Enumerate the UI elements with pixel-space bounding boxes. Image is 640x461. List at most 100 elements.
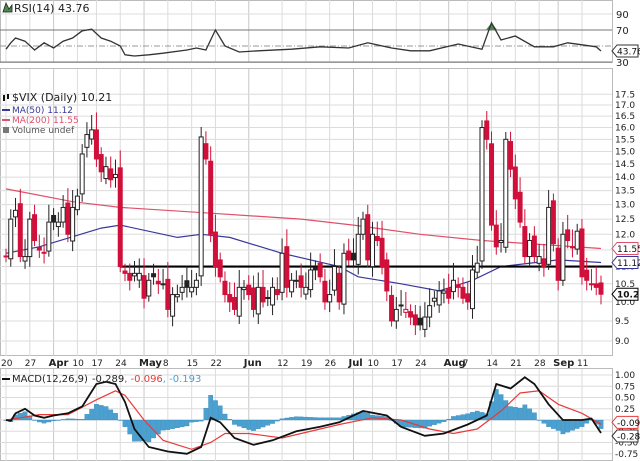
macd-histogram-bar: [317, 417, 323, 421]
candle-body: [93, 129, 99, 160]
candle-body: [527, 240, 533, 258]
x-tick-label: Jun: [243, 358, 262, 369]
macd-histogram-bar: [460, 414, 466, 421]
macd-histogram-bar: [89, 409, 95, 421]
macd-histogram-bar: [56, 419, 61, 421]
candle-body: [417, 317, 423, 326]
macd-histogram-bar: [246, 419, 252, 430]
candle-body: [212, 231, 218, 268]
macd-histogram-bar: [546, 419, 551, 427]
candle-body: [555, 247, 561, 281]
macd-histogram-bar: [512, 407, 518, 421]
candle-body: [36, 246, 42, 251]
rsi-line: [5, 21, 602, 57]
candle-body: [255, 286, 261, 315]
candle-body: [398, 304, 404, 307]
price-tick-label: 9.5: [615, 317, 629, 327]
candle-body: [231, 296, 237, 310]
macd-histogram-bar: [551, 419, 556, 429]
macd-histogram-bar: [451, 416, 456, 421]
macd-histogram-bar: [427, 419, 432, 427]
macd-histogram-bar: [60, 419, 66, 421]
candle-body: [155, 280, 161, 285]
candle-body: [198, 136, 204, 277]
macd-histogram-bar: [41, 419, 47, 424]
candle-body: [422, 316, 428, 330]
candle-body: [503, 138, 509, 248]
macd-histogram-bar: [336, 417, 342, 421]
candle-body: [160, 283, 166, 286]
candle-body: [108, 168, 114, 181]
x-tick-label: 24: [415, 359, 427, 369]
candle-body: [336, 272, 342, 303]
candle-body: [517, 191, 523, 223]
candle-body: [489, 143, 495, 226]
macd-histogram-bar: [213, 400, 218, 421]
candle-body: [365, 214, 371, 261]
macd-histogram-bar: [584, 419, 590, 424]
candle-body: [522, 226, 528, 258]
candle-body: [331, 266, 337, 291]
candle-body: [22, 256, 28, 262]
macd-tick-label: 1.00: [615, 371, 635, 381]
x-tick-label: Sep: [553, 358, 574, 369]
macd-histogram-bar: [241, 419, 247, 429]
macd-histogram-bar: [313, 417, 318, 421]
volume-legend: Volume undef: [12, 126, 75, 136]
macd-histogram-bar: [265, 419, 271, 426]
candle-body: [431, 297, 437, 302]
candle-body: [227, 294, 233, 303]
macd-histogram-bar: [498, 394, 504, 421]
x-tick-label: May: [139, 358, 162, 369]
candle-body: [436, 290, 442, 306]
macd-histogram-bar: [322, 417, 328, 421]
candle-body: [569, 246, 575, 249]
candle-body: [403, 308, 409, 313]
x-tick-label: Apr: [49, 358, 69, 369]
candle-body: [117, 167, 123, 268]
macd-histogram-bar: [70, 418, 75, 421]
candle-body: [174, 294, 180, 298]
candle-body: [84, 134, 90, 148]
x-tick-label: 26: [325, 359, 337, 369]
candle-body: [17, 203, 23, 258]
candle-body: [574, 230, 580, 250]
candle-body: [308, 269, 314, 291]
rsi-legend: RSI(14) 43.76: [14, 2, 89, 15]
candle-body: [474, 262, 480, 273]
x-tick-label: 24: [115, 359, 127, 369]
candle-body: [384, 259, 390, 292]
macd-histogram-bar: [255, 419, 261, 429]
macd-histogram-bar: [175, 419, 180, 429]
macd-histogram-bar: [260, 419, 266, 428]
candle-body: [512, 166, 518, 200]
candle-body: [51, 214, 57, 223]
ma200-legend: MA(200) 11.55: [12, 116, 79, 126]
x-tick-label: 7: [463, 359, 469, 369]
macd-histogram-bar: [574, 419, 580, 429]
x-tick-label: 22: [210, 359, 221, 369]
candle-body: [132, 272, 138, 277]
candle-body: [317, 262, 323, 278]
candle-body: [279, 252, 285, 293]
macd-histogram-bar: [36, 419, 42, 423]
candle-body: [479, 127, 485, 262]
macd-histogram-bar: [555, 419, 561, 431]
candle-body: [550, 200, 556, 245]
macd-histogram-bar: [270, 419, 275, 424]
x-tick-label: 12: [277, 359, 288, 369]
macd-histogram-bar: [503, 400, 509, 421]
candle-body: [270, 286, 276, 306]
x-tick-label: 11: [577, 359, 588, 369]
macd-histogram-bar: [522, 404, 528, 421]
macd-histogram-bar: [165, 419, 171, 430]
macd-histogram-bar: [194, 419, 199, 422]
candle-body: [46, 221, 52, 252]
candle-body: [151, 273, 157, 278]
price-tick-label: 12.0: [615, 230, 635, 240]
macd-histogram-bar: [441, 419, 447, 422]
candle-body: [274, 289, 280, 296]
macd-histogram-bar: [32, 419, 37, 421]
candle-body: [560, 233, 566, 281]
candle-body: [374, 236, 380, 242]
